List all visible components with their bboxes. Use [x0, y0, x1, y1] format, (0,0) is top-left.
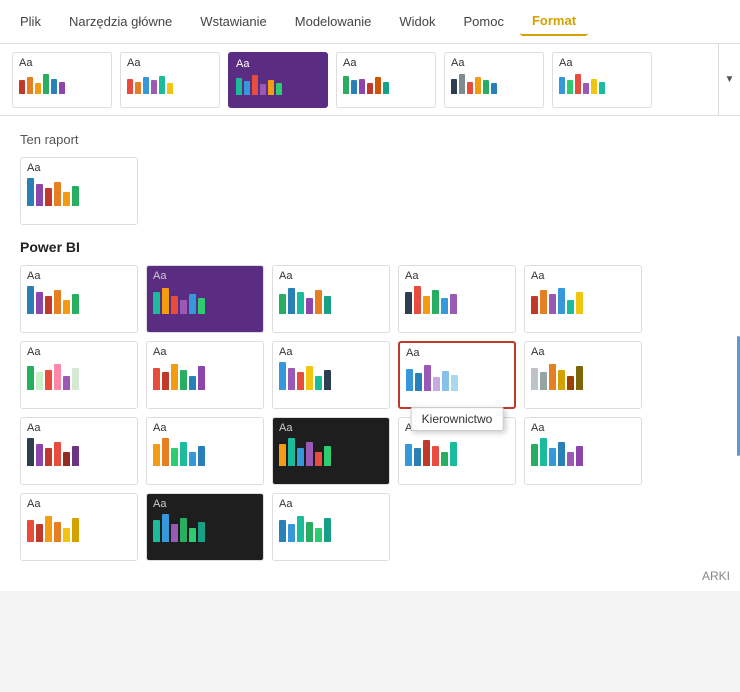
- powerbi-theme-p11[interactable]: Aa: [20, 417, 138, 485]
- menu-pomoc[interactable]: Pomoc: [452, 8, 516, 35]
- menu-narzedzia[interactable]: Narzędzia główne: [57, 8, 184, 35]
- powerbi-grid: AaAaAaAaAaAaAaAaAaKierownictwoAaAaAaAaAa…: [20, 265, 720, 561]
- powerbi-theme-p7[interactable]: Aa: [146, 341, 264, 409]
- ribbon-theme-r5[interactable]: Aa: [444, 52, 544, 108]
- ribbon-theme-r4[interactable]: Aa: [336, 52, 436, 108]
- ribbon-theme-r1[interactable]: Aa: [12, 52, 112, 108]
- powerbi-theme-p4[interactable]: Aa: [398, 265, 516, 333]
- powerbi-label: Power BI: [20, 239, 720, 255]
- this-report-theme-card[interactable]: Aa: [20, 157, 138, 225]
- powerbi-theme-p2[interactable]: Aa: [146, 265, 264, 333]
- powerbi-theme-p1[interactable]: Aa: [20, 265, 138, 333]
- menu-widok[interactable]: Widok: [387, 8, 447, 35]
- menu-plik[interactable]: Plik: [8, 8, 53, 35]
- powerbi-theme-p10[interactable]: Aa: [524, 341, 642, 409]
- menu-format[interactable]: Format: [520, 7, 588, 36]
- powerbi-theme-p12[interactable]: Aa: [146, 417, 264, 485]
- ribbon-theme-r3[interactable]: Aa: [228, 52, 328, 108]
- this-report-grid: Aa: [20, 157, 720, 225]
- powerbi-theme-p17[interactable]: Aa: [146, 493, 264, 561]
- ribbon-dropdown-button[interactable]: ▼: [718, 44, 740, 115]
- powerbi-theme-p5[interactable]: Aa: [524, 265, 642, 333]
- ribbon-theme-r2[interactable]: Aa: [120, 52, 220, 108]
- menu-modelowanie[interactable]: Modelowanie: [283, 8, 384, 35]
- powerbi-theme-p18[interactable]: Aa: [272, 493, 390, 561]
- powerbi-theme-p3[interactable]: Aa: [272, 265, 390, 333]
- arki-label: ARKI: [702, 569, 730, 583]
- menu-wstawianie[interactable]: Wstawianie: [188, 8, 278, 35]
- powerbi-theme-p13[interactable]: Aa: [272, 417, 390, 485]
- powerbi-theme-p8[interactable]: Aa: [272, 341, 390, 409]
- this-report-label: Ten raport: [20, 132, 720, 147]
- theme-panel: Ten raport Aa Power BI AaAaAaAaAaAaAaAaA…: [0, 116, 740, 591]
- powerbi-theme-p9[interactable]: AaKierownictwo: [398, 341, 516, 409]
- ribbon-themes-row: AaAaAaAaAaAa▼: [0, 44, 740, 116]
- powerbi-theme-p16[interactable]: Aa: [20, 493, 138, 561]
- ribbon-theme-r6[interactable]: Aa: [552, 52, 652, 108]
- powerbi-theme-p14[interactable]: Aa: [398, 417, 516, 485]
- powerbi-theme-p6[interactable]: Aa: [20, 341, 138, 409]
- powerbi-theme-p15[interactable]: Aa: [524, 417, 642, 485]
- menu-bar: Plik Narzędzia główne Wstawianie Modelow…: [0, 0, 740, 44]
